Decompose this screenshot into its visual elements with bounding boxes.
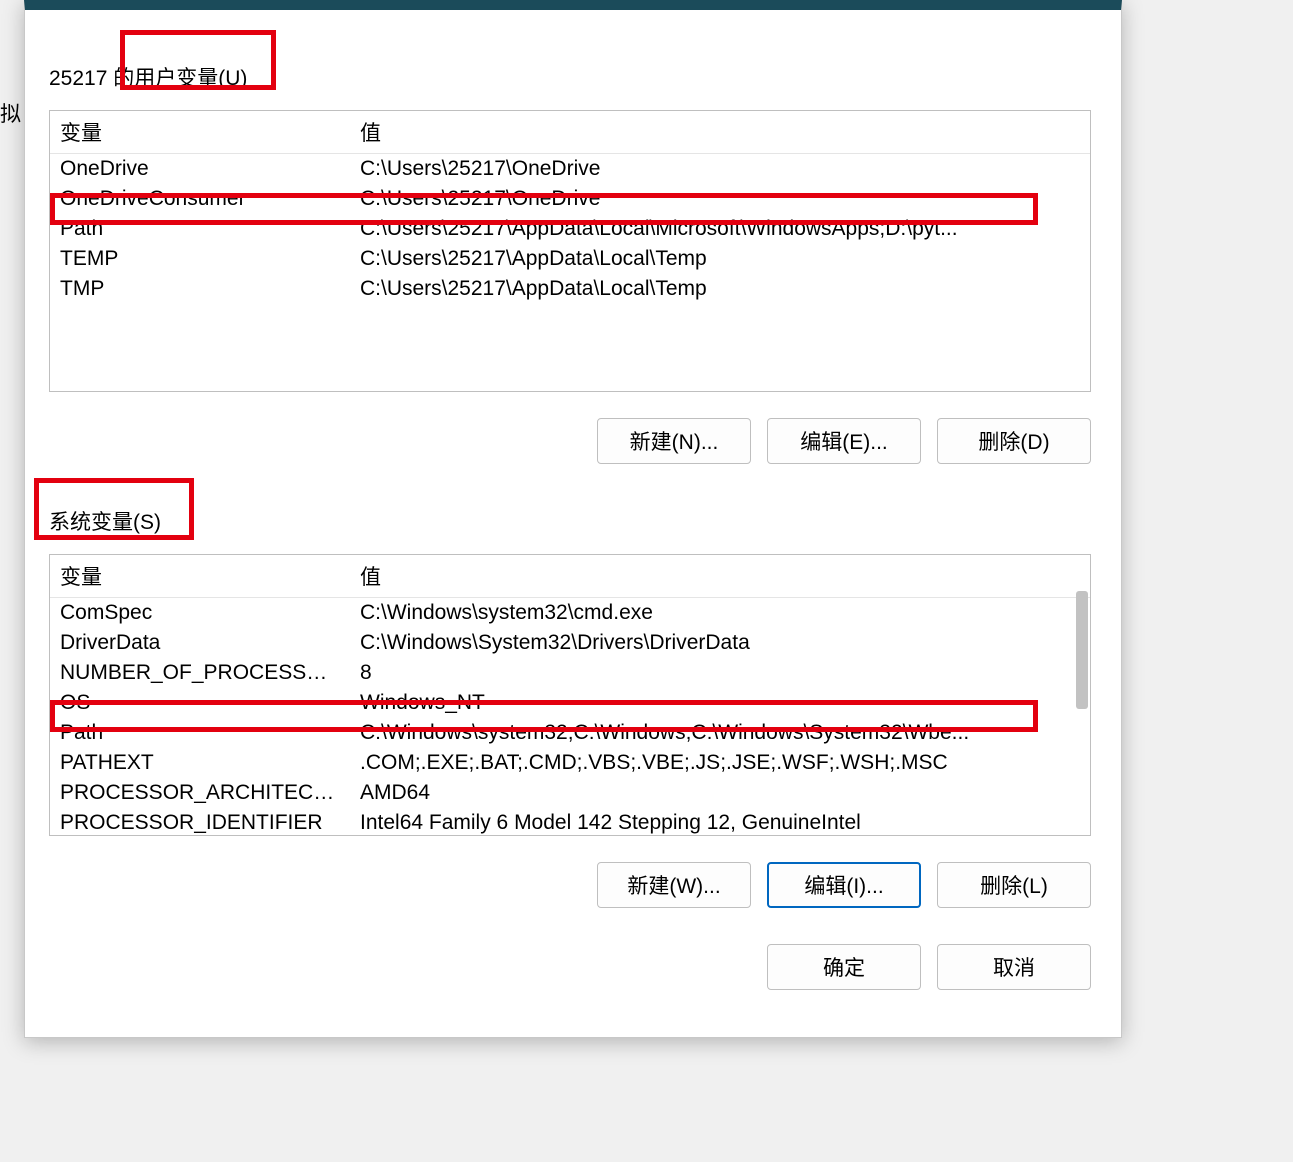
table-row[interactable]: PROCESSOR_IDENTIFIERIntel64 Family 6 Mod… — [50, 808, 1090, 838]
cell-var-value: C:\Users\25217\AppData\Local\Temp — [350, 244, 1090, 274]
system-edit-button[interactable]: 编辑(I)... — [767, 862, 921, 908]
table-row[interactable]: OneDriveC:\Users\25217\OneDrive — [50, 154, 1090, 184]
cell-var-value: C:\Users\25217\AppData\Local\Temp — [350, 274, 1090, 304]
col-header-name[interactable]: 变量 — [50, 111, 350, 153]
cell-var-name: OneDriveConsumer — [50, 184, 350, 214]
cell-var-value: C:\Windows\System32\Drivers\DriverData — [350, 628, 1090, 658]
table-header: 变量 值 — [50, 555, 1090, 598]
user-delete-button[interactable]: 删除(D) — [937, 418, 1091, 464]
cell-var-name: Path — [50, 718, 350, 748]
table-row[interactable]: TMPC:\Users\25217\AppData\Local\Temp — [50, 274, 1090, 304]
user-edit-button[interactable]: 编辑(E)... — [767, 418, 921, 464]
table-row[interactable]: TEMPC:\Users\25217\AppData\Local\Temp — [50, 244, 1090, 274]
system-buttons-row: 新建(W)... 编辑(I)... 删除(L) — [49, 862, 1091, 908]
system-variables-section: 系统变量(S) 变量 值 ComSpecC:\Windows\system32\… — [49, 502, 1097, 908]
cell-var-name: TEMP — [50, 244, 350, 274]
cell-var-name: DriverData — [50, 628, 350, 658]
user-new-button[interactable]: 新建(N)... — [597, 418, 751, 464]
cell-var-value: C:\Users\25217\AppData\Local\Microsoft\W… — [350, 214, 1090, 244]
table-row[interactable]: OSWindows_NT — [50, 688, 1090, 718]
user-variables-table[interactable]: 变量 值 OneDriveC:\Users\25217\OneDriveOneD… — [49, 110, 1091, 392]
cell-var-name: PATHEXT — [50, 748, 350, 778]
table-row[interactable]: PathC:\Users\25217\AppData\Local\Microso… — [50, 214, 1090, 244]
system-new-button[interactable]: 新建(W)... — [597, 862, 751, 908]
cancel-button[interactable]: 取消 — [937, 944, 1091, 990]
cell-var-value: 8 — [350, 658, 1090, 688]
col-header-value[interactable]: 值 — [350, 111, 1090, 153]
cell-var-value: .COM;.EXE;.BAT;.CMD;.VBS;.VBE;.JS;.JSE;.… — [350, 748, 1090, 778]
cell-var-name: OS — [50, 688, 350, 718]
system-variables-label: 系统变量(S) — [49, 502, 161, 540]
table-header: 变量 值 — [50, 111, 1090, 154]
table-row[interactable]: DriverDataC:\Windows\System32\Drivers\Dr… — [50, 628, 1090, 658]
table-row[interactable]: PathC:\Windows\system32;C:\Windows;C:\Wi… — [50, 718, 1090, 748]
cell-var-name: Path — [50, 214, 350, 244]
cell-var-name: PROCESSOR_ARCHITECTU... — [50, 778, 350, 808]
cell-var-value: AMD64 — [350, 778, 1090, 808]
table-row[interactable]: OneDriveConsumerC:\Users\25217\OneDrive — [50, 184, 1090, 214]
ok-button[interactable]: 确定 — [767, 944, 921, 990]
background-window-fragment: 拟 — [0, 98, 21, 128]
cell-var-value: C:\Windows\system32;C:\Windows;C:\Window… — [350, 718, 1090, 748]
user-variables-label: 25217 的用户变量(U) — [49, 58, 247, 96]
cell-var-value: C:\Users\25217\OneDrive — [350, 184, 1090, 214]
environment-variables-dialog: 25217 的用户变量(U) 变量 值 OneDriveC:\Users\252… — [24, 0, 1122, 1038]
table-row[interactable]: PATHEXT.COM;.EXE;.BAT;.CMD;.VBS;.VBE;.JS… — [50, 748, 1090, 778]
cell-var-name: ComSpec — [50, 598, 350, 628]
table-row[interactable]: PROCESSOR_ARCHITECTU...AMD64 — [50, 778, 1090, 808]
cell-var-value: Windows_NT — [350, 688, 1090, 718]
table-row[interactable]: ComSpecC:\Windows\system32\cmd.exe — [50, 598, 1090, 628]
cell-var-name: OneDrive — [50, 154, 350, 184]
system-delete-button[interactable]: 删除(L) — [937, 862, 1091, 908]
cell-var-name: TMP — [50, 274, 350, 304]
scrollbar-thumb[interactable] — [1076, 591, 1088, 709]
cell-var-value: C:\Windows\system32\cmd.exe — [350, 598, 1090, 628]
system-variables-table[interactable]: 变量 值 ComSpecC:\Windows\system32\cmd.exeD… — [49, 554, 1091, 836]
col-header-name[interactable]: 变量 — [50, 555, 350, 597]
table-row[interactable]: NUMBER_OF_PROCESSORS8 — [50, 658, 1090, 688]
dialog-footer: 确定 取消 — [49, 944, 1091, 990]
col-header-value[interactable]: 值 — [350, 555, 1090, 597]
user-variables-section: 25217 的用户变量(U) 变量 值 OneDriveC:\Users\252… — [49, 58, 1097, 464]
cell-var-value: Intel64 Family 6 Model 142 Stepping 12, … — [350, 808, 1090, 838]
cell-var-name: NUMBER_OF_PROCESSORS — [50, 658, 350, 688]
user-buttons-row: 新建(N)... 编辑(E)... 删除(D) — [49, 418, 1091, 464]
cell-var-value: C:\Users\25217\OneDrive — [350, 154, 1090, 184]
cell-var-name: PROCESSOR_IDENTIFIER — [50, 808, 350, 838]
